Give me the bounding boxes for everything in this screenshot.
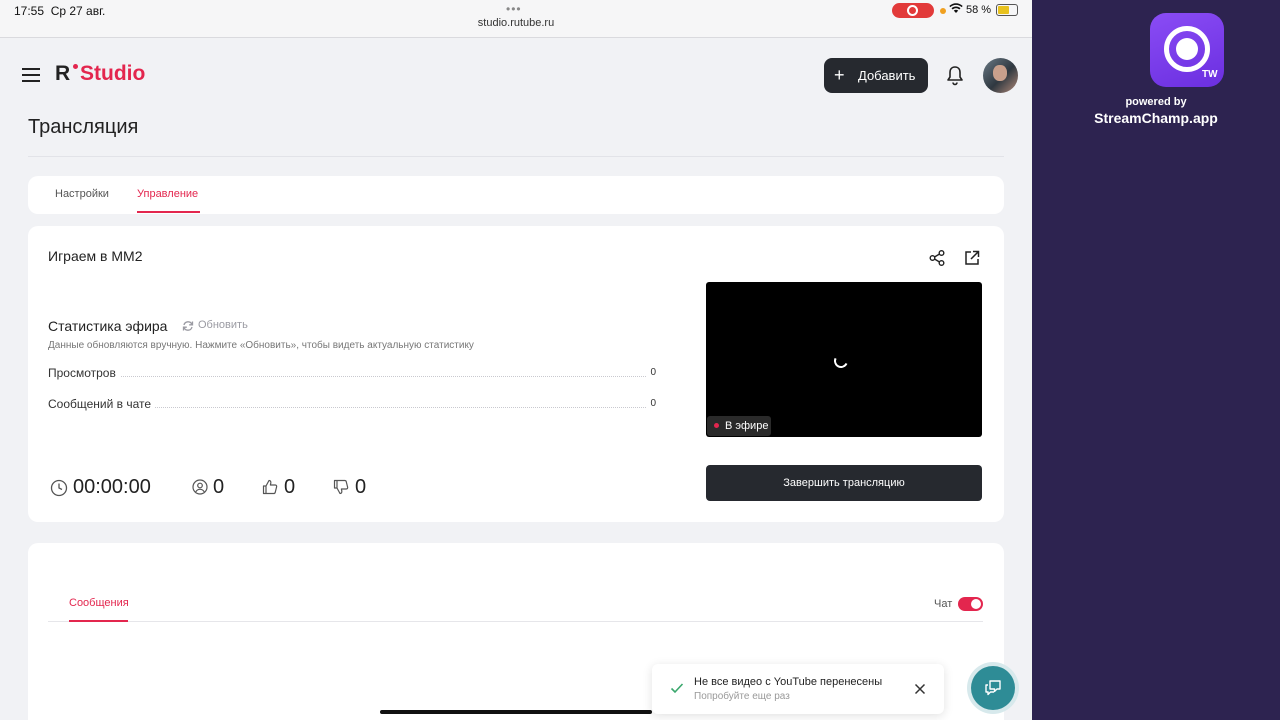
viewers-value: 0 (213, 476, 225, 498)
likes-value: 0 (284, 476, 296, 498)
external-link-icon[interactable] (963, 249, 981, 267)
screen-record-indicator (892, 3, 934, 18)
tab-management[interactable]: Управление (137, 188, 198, 200)
stat-label: Просмотров (48, 366, 120, 380)
stat-value: 0 (646, 398, 656, 409)
plus-icon: + (834, 65, 845, 85)
add-button[interactable]: + Добавить (824, 58, 928, 93)
chat-toggle-label: Чат (934, 598, 953, 610)
status-bar: 17:55 Ср 27 авг. ••• studio.rutube.ru 58… (0, 0, 1032, 38)
tab-settings[interactable]: Настройки (55, 188, 109, 200)
browser-menu-dots[interactable]: ••• (506, 2, 522, 16)
chat-bubble-icon (985, 680, 1001, 696)
add-button-label: Добавить (858, 68, 916, 83)
tabs-bar: Настройки Управление (28, 176, 1004, 214)
notification-toast: Не все видео с YouTube перенесены Попроб… (652, 664, 944, 714)
close-icon[interactable] (914, 683, 926, 695)
powered-by-label: powered by (1125, 96, 1187, 108)
refresh-label: Обновить (198, 319, 248, 331)
stream-title: Играем в MM2 (48, 248, 143, 264)
toast-title: Не все видео с YouTube перенесены (694, 676, 883, 688)
stream-card: Играем в MM2 Статистика эфира Обновить Д… (28, 226, 1004, 522)
app-badge: TW (1202, 69, 1218, 80)
logo-r: R (55, 62, 71, 85)
streamchamp-panel: TW powered by StreamChamp.app (1032, 0, 1280, 720)
bell-icon[interactable] (944, 64, 966, 86)
timer-value: 00:00:00 (73, 476, 151, 498)
stats-title: Статистика эфира (48, 318, 168, 334)
wifi-icon (949, 3, 963, 17)
stats-hint: Данные обновляются вручную. Нажмите «Обн… (48, 340, 474, 351)
status-time: 17:55 Ср 27 авг. (14, 4, 106, 18)
thumbs-up-icon (262, 479, 278, 495)
stat-row-messages: Сообщений в чате 0 (48, 397, 656, 413)
active-tab-indicator (69, 620, 128, 622)
stat-row-views: Просмотров 0 (48, 366, 656, 382)
dislikes-count: 0 (333, 476, 373, 500)
refresh-icon (182, 321, 194, 331)
live-dot (714, 423, 719, 428)
clock-icon (50, 479, 68, 497)
divider (28, 156, 1004, 157)
app-header: R Studio + Добавить (0, 38, 1032, 112)
live-badge: В эфире (707, 416, 771, 436)
tab-messages[interactable]: Сообщения (69, 597, 129, 609)
menu-icon[interactable] (22, 68, 40, 82)
chat-toggle[interactable] (958, 597, 983, 611)
page-title: Трансляция (28, 116, 139, 138)
mic-indicator-dot (940, 8, 946, 14)
avatar[interactable] (983, 58, 1018, 93)
stat-value: 0 (646, 367, 656, 378)
home-indicator (380, 710, 652, 714)
loading-spinner-icon (832, 352, 850, 370)
live-label: В эфире (725, 420, 769, 432)
address-bar-url[interactable]: studio.rutube.ru (0, 17, 1032, 29)
battery-icon (996, 4, 1018, 16)
browser-screen: 17:55 Ср 27 авг. ••• studio.rutube.ru 58… (0, 0, 1032, 720)
check-icon (670, 683, 684, 694)
logo-studio: Studio (80, 62, 146, 85)
divider (48, 621, 983, 622)
thumbs-down-icon (333, 479, 349, 495)
streamchamp-app-icon: TW (1150, 13, 1224, 87)
dislikes-value: 0 (355, 476, 367, 498)
brand-label: StreamChamp.app (1094, 110, 1218, 126)
logo-dot (73, 64, 78, 69)
share-icon[interactable] (928, 249, 946, 267)
likes-count: 0 (262, 476, 302, 500)
battery-percent: 58 % (966, 4, 992, 16)
support-chat-button[interactable] (971, 666, 1015, 710)
video-player[interactable]: В эфире (706, 282, 982, 437)
active-tab-indicator (137, 211, 200, 213)
user-icon (192, 479, 208, 495)
viewers-count: 0 (192, 476, 232, 500)
stream-timer: 00:00:00 (50, 476, 160, 500)
stat-label: Сообщений в чате (48, 397, 156, 411)
toast-subtitle[interactable]: Попробуйте еще раз (694, 691, 790, 702)
end-stream-button[interactable]: Завершить трансляцию (706, 465, 982, 501)
